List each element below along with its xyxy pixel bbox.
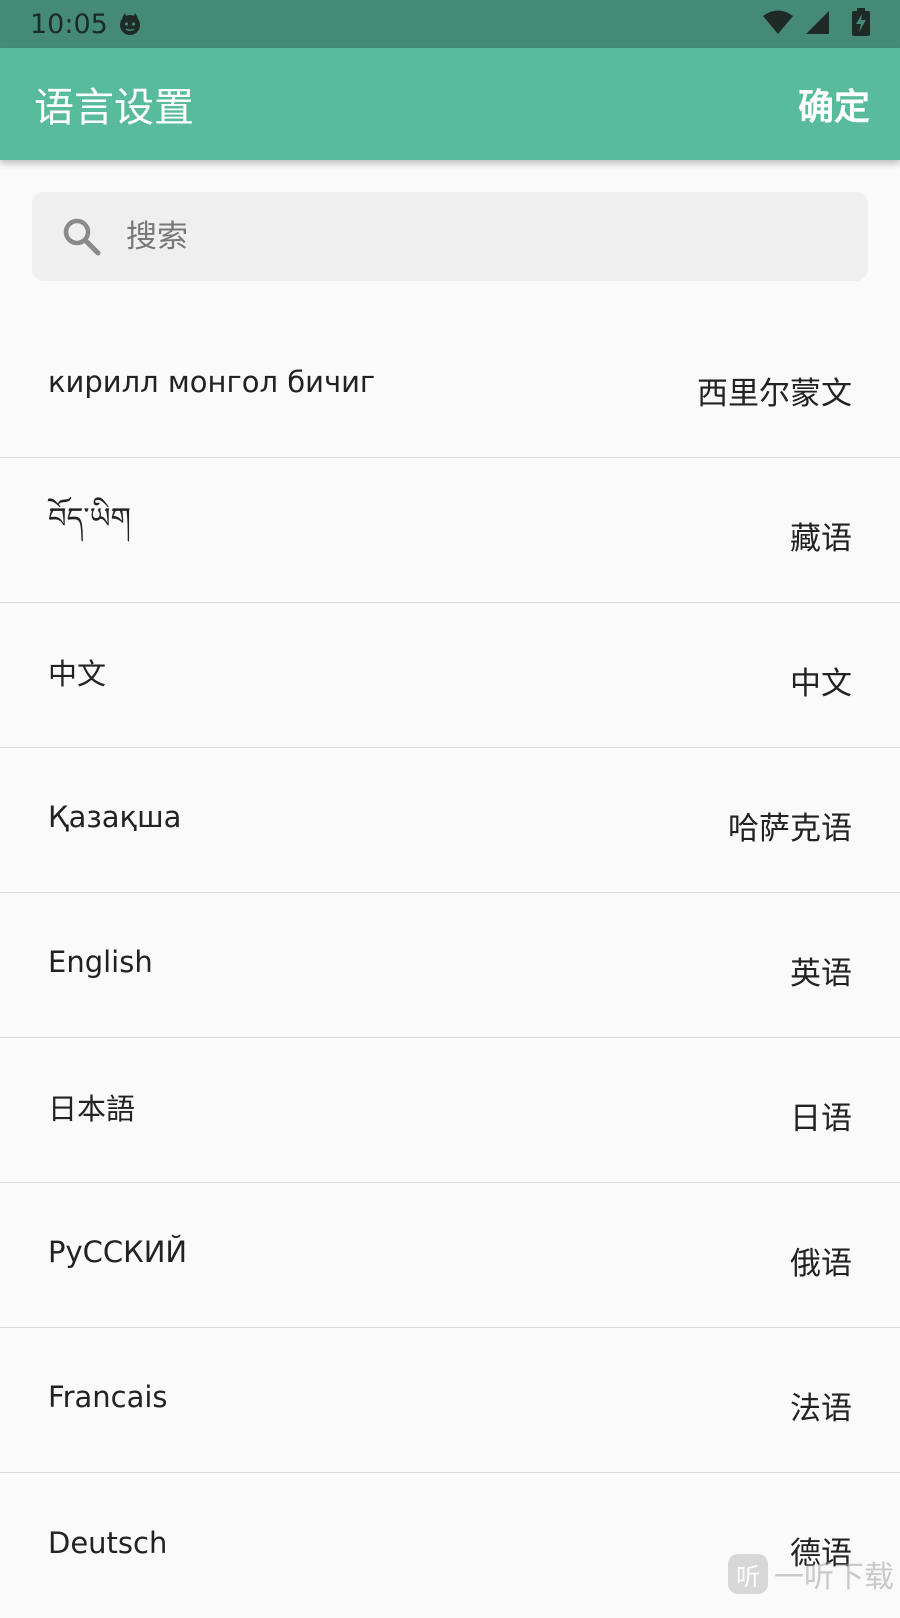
language-native-name: кирилл монгол бичиг [48,365,375,399]
language-native-name: 中文 [48,651,106,693]
status-icons [762,0,870,48]
page-title: 语言设置 [34,75,194,133]
battery-charging-icon [852,8,870,40]
language-chinese-name: 藏语 [790,513,852,558]
language-chinese-name: 日语 [790,1093,852,1138]
language-item-japanese[interactable]: 日本語 日语 [0,1038,900,1183]
language-item-tibetan[interactable]: བོད་ཡིག 藏语 [0,458,900,603]
confirm-button[interactable]: 确定 [798,78,870,130]
status-time: 10:05 [30,9,108,40]
language-list: кирилл монгол бичиг 西里尔蒙文 བོད་ཡིག 藏语 中文 … [0,313,900,1618]
language-native-name: བོད་ཡིག [48,486,131,568]
language-chinese-name: 俄语 [790,1238,852,1283]
cat-notification-icon [118,12,142,36]
wifi-icon [762,9,794,39]
language-native-name: РуССКИЙ [48,1235,187,1269]
language-item-english[interactable]: English 英语 [0,893,900,1038]
language-chinese-name: 法语 [790,1383,852,1428]
language-chinese-name: 哈萨克语 [728,803,852,848]
language-item-french[interactable]: Francais 法语 [0,1328,900,1473]
language-chinese-name: 英语 [790,948,852,993]
language-item-chinese[interactable]: 中文 中文 [0,603,900,748]
language-native-name: 日本語 [48,1086,135,1128]
language-native-name: Deutsch [48,1526,167,1560]
cellular-signal-icon [804,9,830,39]
language-item-german[interactable]: Deutsch 德语 [0,1473,900,1618]
status-bar: 10:05 [0,0,900,48]
language-item-kazakh[interactable]: Қазақша 哈萨克语 [0,748,900,893]
language-native-name: Francais [48,1380,168,1414]
language-native-name: English [48,945,153,979]
app-bar: 语言设置 确定 [0,48,900,160]
search-icon [60,215,104,259]
watermark: 听 一听下载 [728,1552,894,1596]
search-input[interactable] [124,218,824,256]
language-item-mongolian-cyrillic[interactable]: кирилл монгол бичиг 西里尔蒙文 [0,313,900,458]
language-chinese-name: 中文 [790,658,852,703]
language-item-russian[interactable]: РуССКИЙ 俄语 [0,1183,900,1328]
language-native-name: Қазақша [48,800,181,834]
watermark-logo: 听 [728,1554,768,1594]
watermark-text: 一听下载 [774,1552,894,1596]
language-chinese-name: 西里尔蒙文 [697,368,852,413]
search-bar[interactable] [32,192,868,281]
